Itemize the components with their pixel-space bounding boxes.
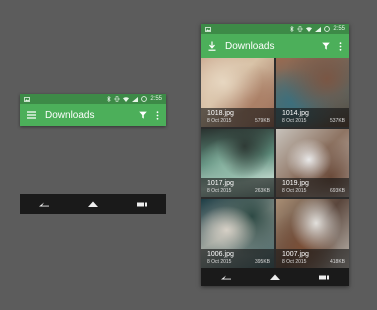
file-name: 1007.jpg bbox=[282, 251, 309, 258]
file-info: 1014.jpg 8 Oct 2015 537KB bbox=[276, 107, 349, 127]
image-notification-icon bbox=[205, 26, 211, 32]
file-date: 8 Oct 2015 bbox=[207, 259, 232, 265]
battery-icon bbox=[324, 26, 331, 32]
file-name: 1017.jpg bbox=[207, 180, 234, 188]
page-title: Downloads bbox=[45, 109, 95, 121]
landscape-top-bar: 2:55 Downloads bbox=[20, 94, 166, 126]
filter-icon[interactable] bbox=[322, 42, 330, 50]
file-size: 418KB bbox=[329, 259, 345, 265]
file-size: 693KB bbox=[329, 188, 345, 195]
file-date: 8 Oct 2015 bbox=[282, 117, 307, 124]
hamburger-menu-icon[interactable] bbox=[27, 111, 36, 119]
status-time: 2:55 bbox=[150, 96, 162, 102]
file-name: 1006.jpg bbox=[207, 251, 234, 258]
file-size: 537KB bbox=[329, 117, 345, 124]
back-icon[interactable] bbox=[39, 202, 50, 207]
file-info: 1019.jpg 8 Oct 2015 693KB bbox=[276, 178, 349, 198]
home-icon[interactable] bbox=[87, 201, 98, 207]
file-name: 1018.jpg bbox=[207, 109, 234, 117]
app-bar: Downloads bbox=[201, 34, 349, 58]
more-vert-icon[interactable] bbox=[339, 41, 342, 51]
vibrate-icon bbox=[114, 96, 120, 102]
app-bar: Downloads bbox=[20, 104, 166, 126]
file-info: 1007.jpg 8 Oct 2015 418KB bbox=[276, 249, 349, 268]
file-tile[interactable]: 1018.jpg 8 Oct 2015 579KB bbox=[201, 58, 274, 127]
navigation-bar bbox=[20, 194, 166, 214]
vibrate-icon bbox=[297, 26, 303, 32]
file-tile[interactable]: 1017.jpg 8 Oct 2015 263KB bbox=[201, 128, 274, 198]
more-vert-icon[interactable] bbox=[156, 110, 159, 120]
recents-icon[interactable] bbox=[136, 202, 147, 207]
file-date: 8 Oct 2015 bbox=[282, 188, 307, 195]
filter-icon[interactable] bbox=[139, 111, 147, 119]
status-bar: 2:55 bbox=[201, 24, 349, 34]
signal-icon bbox=[315, 26, 322, 32]
status-time: 2:55 bbox=[333, 26, 345, 32]
status-bar: 2:55 bbox=[20, 94, 166, 104]
file-date: 8 Oct 2015 bbox=[207, 117, 232, 124]
downloads-icon[interactable] bbox=[208, 41, 216, 51]
file-info: 1018.jpg 8 Oct 2015 579KB bbox=[201, 107, 274, 127]
signal-icon bbox=[132, 96, 139, 102]
page-title: Downloads bbox=[225, 40, 275, 52]
file-info: 1006.jpg 8 Oct 2015 395KB bbox=[201, 249, 274, 268]
back-icon[interactable] bbox=[220, 275, 231, 280]
file-tile[interactable]: 1006.jpg 8 Oct 2015 395KB bbox=[201, 199, 274, 268]
bluetooth-icon bbox=[107, 96, 111, 102]
file-size: 579KB bbox=[254, 117, 270, 124]
file-name: 1014.jpg bbox=[282, 109, 309, 117]
downloads-grid: 1018.jpg 8 Oct 2015 579KB 1014.jpg 8 Oct… bbox=[201, 58, 349, 268]
bluetooth-icon bbox=[290, 26, 294, 32]
wifi-icon bbox=[306, 26, 313, 32]
home-icon[interactable] bbox=[269, 274, 280, 280]
file-name: 1019.jpg bbox=[282, 180, 309, 188]
file-tile[interactable]: 1019.jpg 8 Oct 2015 693KB bbox=[276, 128, 349, 198]
portrait-phone: 2:55 Downloads 1018.jpg 8 Oct 2015 579KB bbox=[201, 24, 349, 286]
file-date: 8 Oct 2015 bbox=[282, 259, 307, 265]
file-tile[interactable]: 1014.jpg 8 Oct 2015 537KB bbox=[276, 58, 349, 127]
navigation-bar bbox=[201, 268, 349, 286]
file-date: 8 Oct 2015 bbox=[207, 188, 232, 195]
file-info: 1017.jpg 8 Oct 2015 263KB bbox=[201, 178, 274, 198]
wifi-icon bbox=[123, 96, 130, 102]
landscape-navigation-bar bbox=[20, 194, 166, 214]
recents-icon[interactable] bbox=[319, 275, 330, 280]
file-tile[interactable]: 1007.jpg 8 Oct 2015 418KB bbox=[276, 199, 349, 268]
file-size: 395KB bbox=[254, 259, 270, 265]
file-size: 263KB bbox=[254, 188, 270, 195]
image-notification-icon bbox=[24, 96, 30, 102]
battery-icon bbox=[141, 96, 148, 102]
